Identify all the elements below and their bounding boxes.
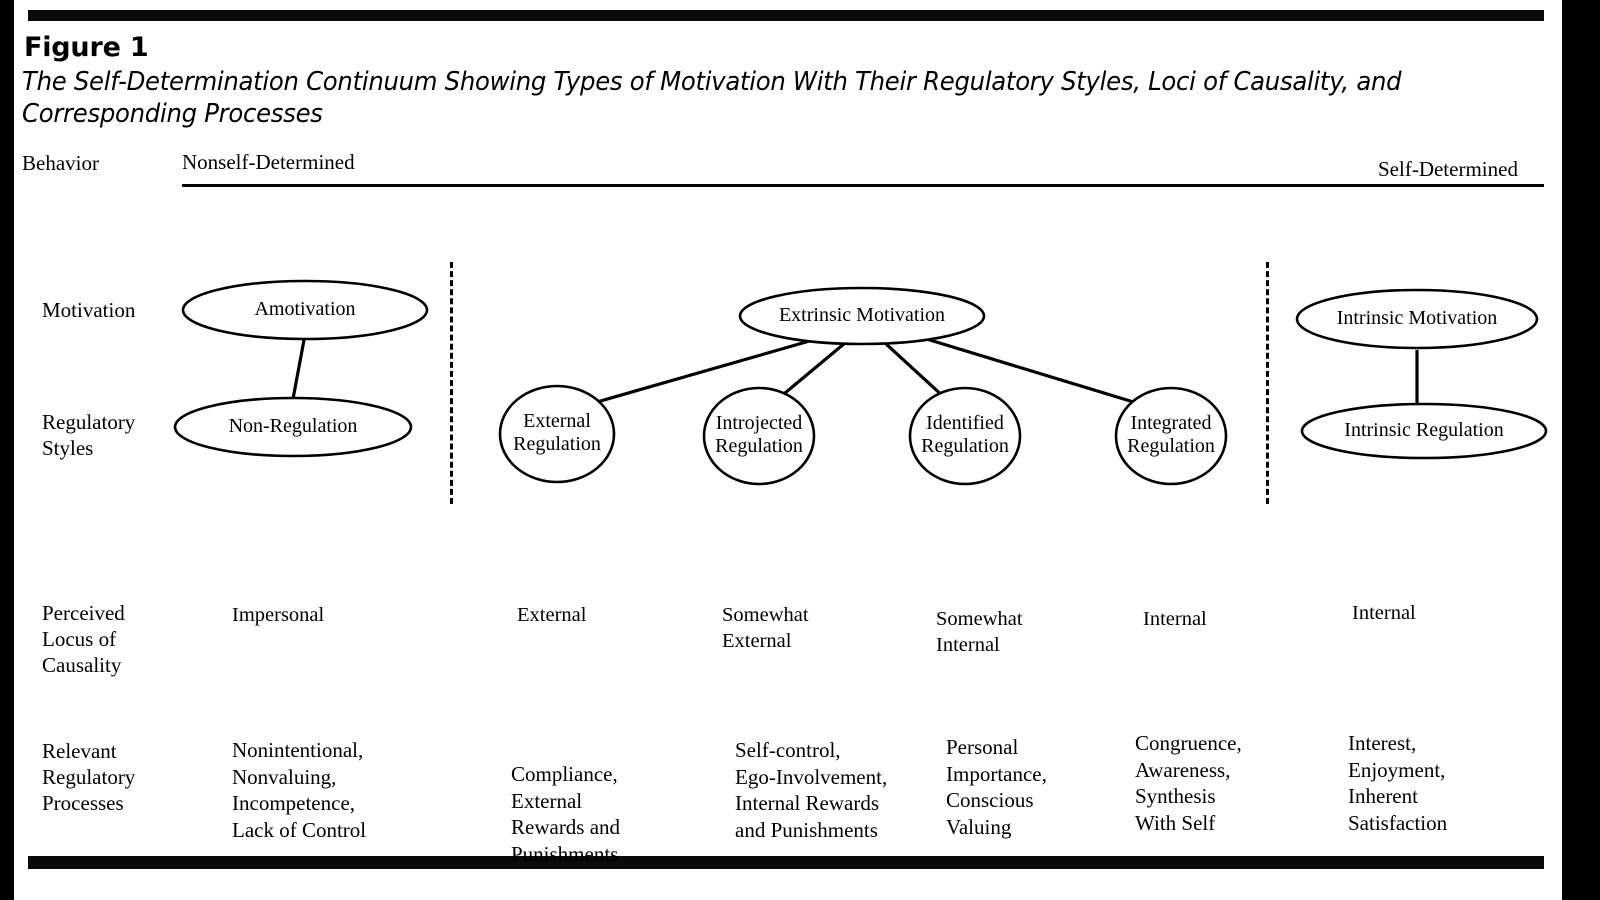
ellipse-introjected-regulation	[702, 386, 816, 486]
connector-extrinsic-introjected	[777, 341, 847, 400]
ploc-cell-6: Internal	[1352, 602, 1416, 624]
process-cell-3: Self-control, Ego-Involvement, Internal …	[735, 738, 888, 842]
figure-page: Figure 1 The Self-Determination Continuu…	[0, 0, 1600, 900]
process-cell-4: Personal Importance, Conscious Valuing	[946, 735, 1047, 839]
ellipse-identified-regulation	[908, 386, 1022, 486]
ploc-cell-1: Impersonal	[232, 604, 325, 626]
ellipse-non-regulation	[173, 396, 413, 458]
process-cell-5: Congruence, Awareness, Synthesis With Se…	[1135, 731, 1242, 835]
connector-extrinsic-identified	[883, 341, 947, 400]
ellipse-integrated-regulation	[1114, 386, 1228, 486]
ploc-cell-3: Somewhat External	[722, 604, 809, 652]
process-cell-1: Nonintentional, Nonvaluing, Incompetence…	[232, 738, 367, 842]
ellipse-intrinsic-regulation	[1300, 402, 1548, 460]
ploc-cell-5: Internal	[1143, 608, 1207, 630]
ellipse-intrinsic-motivation	[1295, 288, 1539, 350]
ploc-cell-2: External	[517, 604, 587, 626]
ellipse-external-regulation	[498, 384, 616, 484]
ellipse-amotivation	[181, 279, 429, 341]
process-cell-6: Interest, Enjoyment, Inherent Satisfacti…	[1348, 731, 1448, 835]
connector-amotivation-nonregulation	[291, 339, 306, 400]
process-cell-2: Compliance, External Rewards and Punishm…	[511, 762, 621, 866]
ploc-cell-4: Somewhat Internal	[936, 608, 1023, 656]
ellipse-extrinsic-motivation	[738, 286, 986, 346]
